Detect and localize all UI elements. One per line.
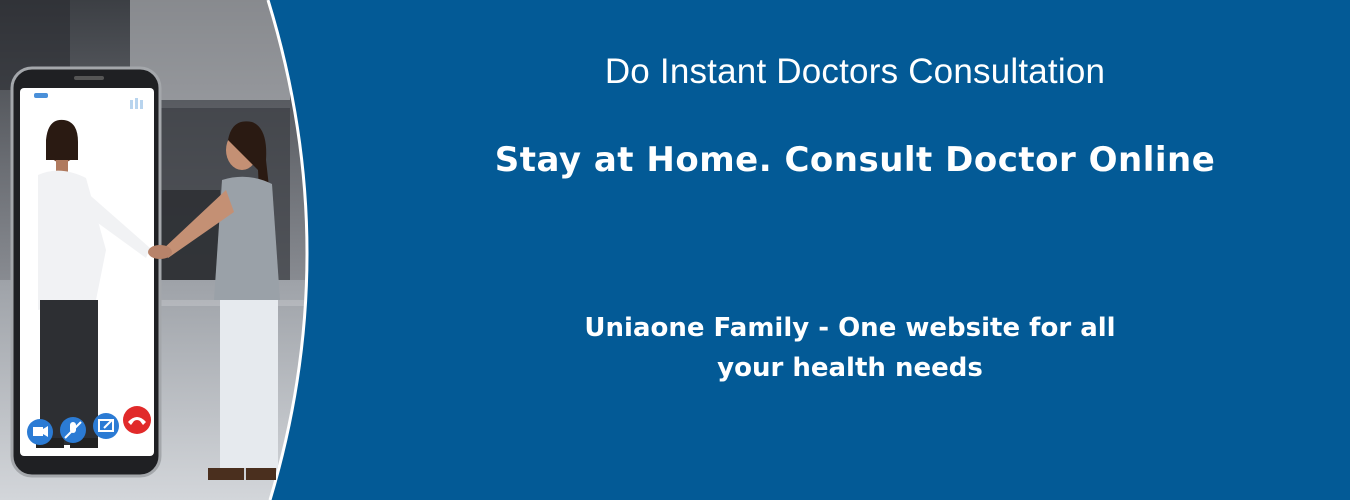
hero-banner: Do Instant Doctors Consultation Stay at … — [0, 0, 1350, 500]
headline: Do Instant Doctors Consultation — [604, 52, 1106, 91]
hero-photo — [0, 0, 340, 500]
handshake — [148, 245, 172, 259]
video-camera-icon[interactable] — [27, 419, 53, 445]
tagline: Uniaone Family - One website for all you… — [500, 308, 1200, 388]
subheadline: Stay at Home. Consult Doctor Online — [494, 140, 1216, 180]
tagline-line-2: your health needs — [717, 353, 983, 383]
mute-microphone-icon[interactable] — [60, 417, 86, 443]
tagline-line-1: Uniaone Family - One website for all — [584, 313, 1116, 343]
screen-share-icon[interactable] — [93, 413, 119, 439]
end-call-icon[interactable] — [123, 406, 151, 434]
